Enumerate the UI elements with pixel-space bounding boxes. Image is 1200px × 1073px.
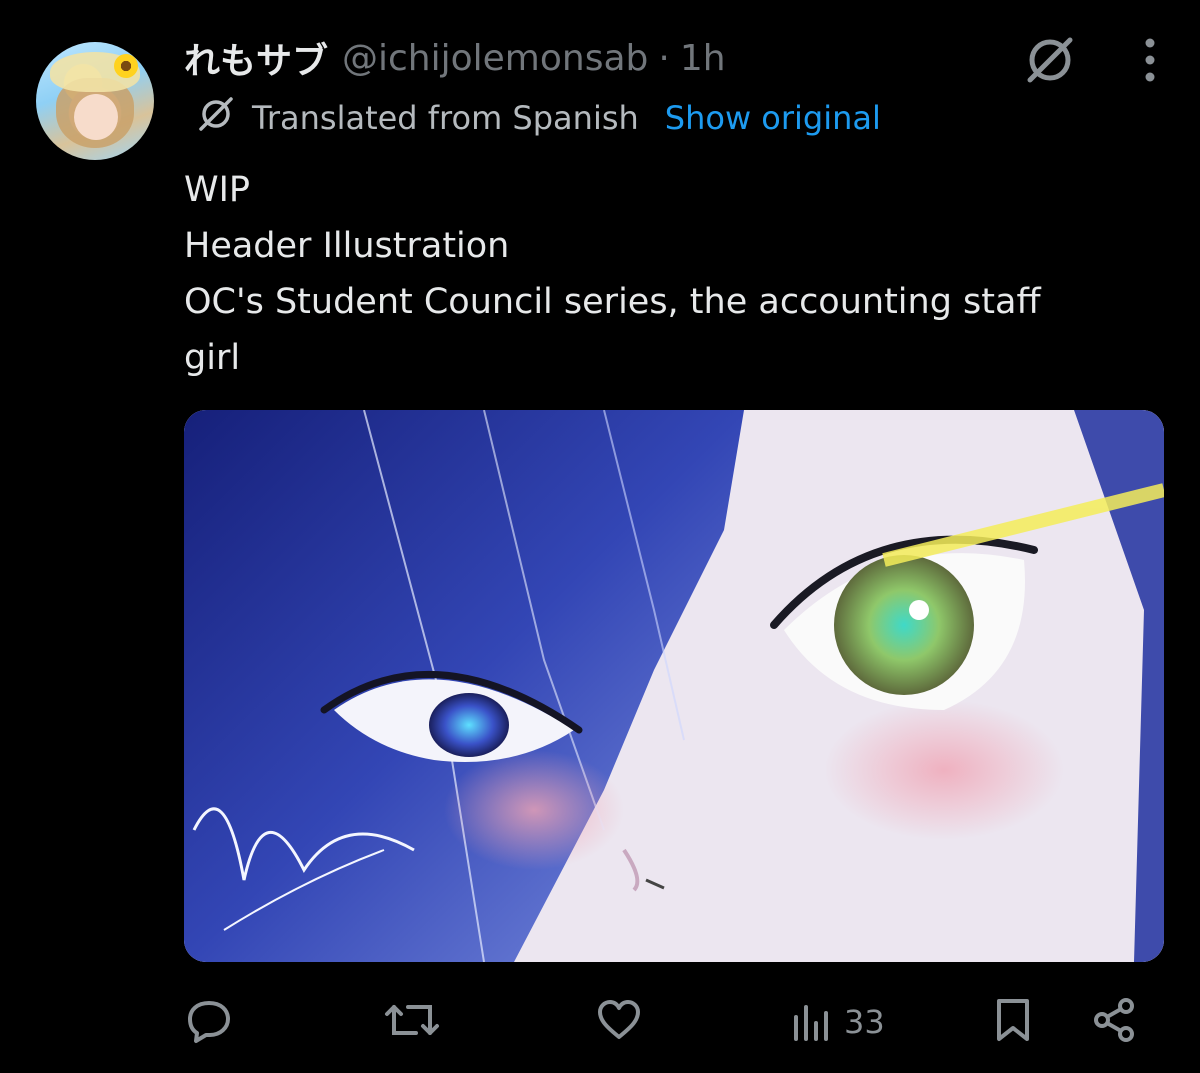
action-bar: 33 (184, 990, 1164, 1054)
translation-notice: Translated from Spanish Show original (196, 94, 881, 142)
separator-dot: · (658, 37, 670, 79)
views-count: 33 (844, 1003, 885, 1041)
illustration-artwork (184, 410, 1164, 962)
timestamp[interactable]: 1h (680, 38, 726, 79)
bookmark-icon (990, 995, 1036, 1049)
more-vertical-icon[interactable] (1140, 35, 1160, 85)
handle[interactable]: @ichijolemonsab (342, 38, 648, 79)
display-name[interactable]: れもサブ (184, 32, 328, 84)
bookmark-button[interactable] (990, 990, 1036, 1054)
tweet-header: れもサブ @ichijolemonsab · 1h (184, 28, 726, 88)
views-icon (790, 995, 834, 1049)
like-button[interactable] (594, 990, 644, 1054)
share-button[interactable] (1090, 990, 1140, 1054)
reply-button[interactable] (184, 990, 234, 1054)
tweet-text: WIP Header Illustration OC's Student Cou… (184, 162, 1174, 386)
translation-label: Translated from Spanish (252, 99, 639, 137)
show-original-link[interactable]: Show original (665, 99, 881, 137)
views-button[interactable]: 33 (790, 990, 885, 1054)
header-actions (1020, 30, 1160, 90)
tweet-card[interactable]: れもサブ @ichijolemonsab · 1h Translated fro… (0, 0, 1200, 1073)
reply-icon (184, 995, 234, 1049)
retweet-icon (384, 995, 440, 1049)
share-icon (1090, 995, 1140, 1049)
avatar[interactable] (36, 42, 154, 160)
tweet-text-line: Header Illustration (184, 226, 510, 266)
translate-icon (196, 94, 236, 142)
retweet-button[interactable] (384, 990, 440, 1054)
grok-icon[interactable] (1020, 30, 1080, 90)
heart-icon (594, 995, 644, 1049)
tweet-text-line: OC's Student Council series, the account… (184, 282, 1041, 322)
tweet-text-line: girl (184, 338, 241, 378)
media-image[interactable] (184, 410, 1164, 962)
tweet-text-line: WIP (184, 170, 251, 210)
